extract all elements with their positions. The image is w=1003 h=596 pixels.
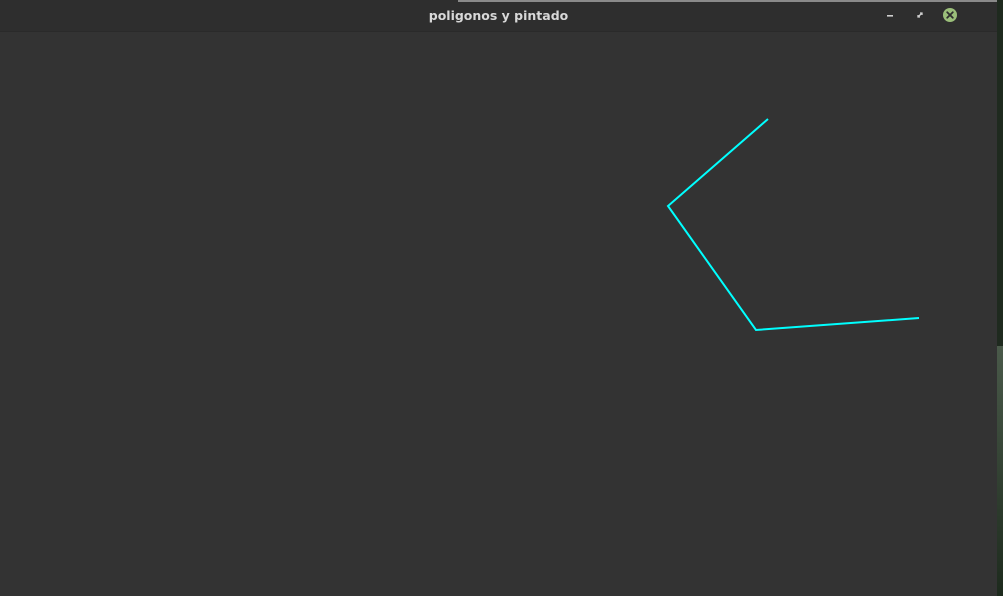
cyan-polyline [666, 118, 920, 332]
title-bar-accent [458, 0, 997, 2]
close-icon [943, 8, 957, 22]
maximize-icon [917, 12, 923, 18]
maximize-button[interactable] [912, 7, 928, 23]
drawing-canvas[interactable] [0, 31, 997, 596]
app-window: poligonos y pintado [0, 0, 997, 596]
window-title: poligonos y pintado [428, 8, 569, 23]
close-button[interactable] [942, 7, 958, 23]
desktop-background [997, 346, 1003, 596]
minimize-icon [887, 15, 893, 17]
minimize-button[interactable] [882, 7, 898, 23]
title-bar[interactable]: poligonos y pintado [0, 0, 997, 32]
